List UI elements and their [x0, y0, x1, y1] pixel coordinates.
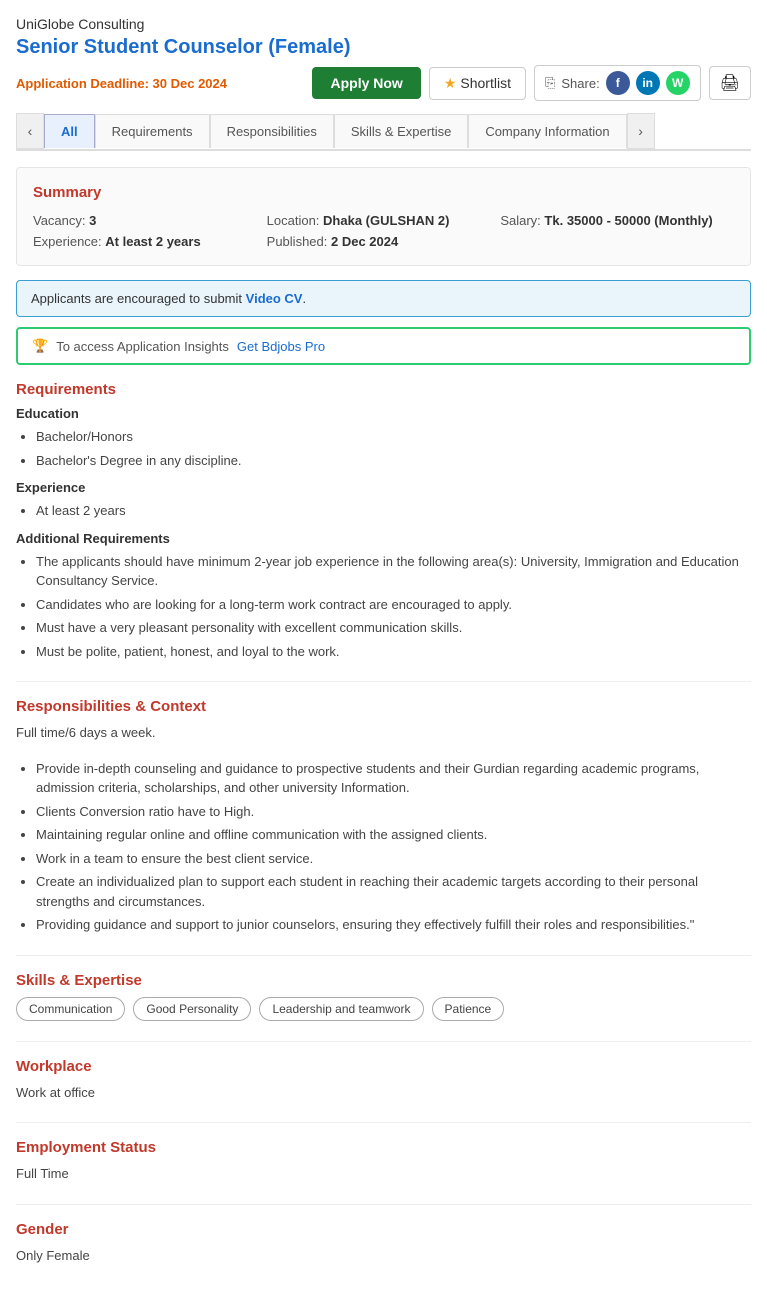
- insights-banner: 🏆 To access Application Insights Get Bdj…: [16, 327, 751, 365]
- list-item: Bachelor/Honors: [36, 427, 751, 447]
- gender-section: Gender Only Female: [16, 1221, 751, 1266]
- skills-section: Skills & Expertise Communication Good Pe…: [16, 972, 751, 1021]
- tab-scroll-right[interactable]: ›: [627, 113, 655, 149]
- responsibilities-intro: Full time/6 days a week.: [16, 723, 751, 743]
- list-item: At least 2 years: [36, 501, 751, 521]
- list-item: Clients Conversion ratio have to High.: [36, 802, 751, 822]
- list-item: Must be polite, patient, honest, and loy…: [36, 642, 751, 662]
- skill-tag: Leadership and teamwork: [259, 997, 423, 1021]
- company-name: UniGlobe Consulting: [16, 16, 751, 32]
- list-item: Provide in-depth counseling and guidance…: [36, 759, 751, 798]
- list-item: Providing guidance and support to junior…: [36, 915, 751, 935]
- skills-title: Skills & Expertise: [16, 972, 751, 989]
- tab-company-information[interactable]: Company Information: [468, 114, 626, 148]
- whatsapp-share-button[interactable]: W: [666, 71, 690, 95]
- education-list: Bachelor/Honors Bachelor's Degree in any…: [16, 427, 751, 470]
- skill-tag: Good Personality: [133, 997, 251, 1021]
- employment-value: Full Time: [16, 1164, 751, 1184]
- insights-icon: 🏆: [32, 338, 48, 354]
- summary-title: Summary: [33, 184, 734, 201]
- list-item: Must have a very pleasant personality wi…: [36, 618, 751, 638]
- linkedin-share-button[interactable]: in: [636, 71, 660, 95]
- list-item: Bachelor's Degree in any discipline.: [36, 451, 751, 471]
- share-group: ⎘ Share: f in W: [534, 65, 701, 101]
- divider: [16, 1041, 751, 1042]
- gender-value: Only Female: [16, 1246, 751, 1266]
- divider: [16, 681, 751, 682]
- star-icon: ★: [444, 75, 457, 92]
- list-item: Candidates who are looking for a long-te…: [36, 595, 751, 615]
- workplace-section: Workplace Work at office: [16, 1058, 751, 1103]
- skill-tag: Communication: [16, 997, 125, 1021]
- divider: [16, 1122, 751, 1123]
- employment-section: Employment Status Full Time: [16, 1139, 751, 1184]
- education-subtitle: Education: [16, 406, 751, 421]
- list-item: Create an individualized plan to support…: [36, 872, 751, 911]
- skill-tag: Patience: [432, 997, 505, 1021]
- tab-responsibilities[interactable]: Responsibilities: [210, 114, 334, 148]
- print-button[interactable]: 🖨: [709, 66, 751, 100]
- deadline-info: Application Deadline: 30 Dec 2024: [16, 76, 227, 91]
- workplace-title: Workplace: [16, 1058, 751, 1075]
- published-info: Published: 2 Dec 2024: [267, 234, 501, 249]
- shortlist-button[interactable]: ★ Shortlist: [429, 67, 526, 100]
- divider: [16, 955, 751, 956]
- summary-section: Summary Vacancy: 3 Location: Dhaka (GULS…: [16, 167, 751, 266]
- facebook-share-button[interactable]: f: [606, 71, 630, 95]
- skills-list: Communication Good Personality Leadershi…: [16, 997, 751, 1021]
- tab-scroll-left[interactable]: ‹: [16, 113, 44, 149]
- additional-requirements-list: The applicants should have minimum 2-yea…: [16, 552, 751, 662]
- list-item: Work in a team to ensure the best client…: [36, 849, 751, 869]
- tabs-bar: ‹ All Requirements Responsibilities Skil…: [16, 113, 751, 151]
- video-cv-banner: Applicants are encouraged to submit Vide…: [16, 280, 751, 317]
- list-item: The applicants should have minimum 2-yea…: [36, 552, 751, 591]
- responsibilities-list: Provide in-depth counseling and guidance…: [16, 759, 751, 935]
- tab-skills[interactable]: Skills & Expertise: [334, 114, 468, 148]
- additional-requirements-subtitle: Additional Requirements: [16, 531, 751, 546]
- list-item: Maintaining regular online and offline c…: [36, 825, 751, 845]
- workplace-value: Work at office: [16, 1083, 751, 1103]
- divider: [16, 1204, 751, 1205]
- requirements-title: Requirements: [16, 381, 751, 398]
- share-icon: ⎘: [545, 75, 555, 91]
- salary-info: Salary: Tk. 35000 - 50000 (Monthly): [500, 213, 734, 228]
- location-info: Location: Dhaka (GULSHAN 2): [267, 213, 501, 228]
- employment-title: Employment Status: [16, 1139, 751, 1156]
- get-bdjobs-pro-link[interactable]: Get Bdjobs Pro: [237, 339, 325, 354]
- tab-all[interactable]: All: [44, 114, 95, 148]
- experience-subtitle: Experience: [16, 480, 751, 495]
- experience-info: Experience: At least 2 years: [33, 234, 267, 249]
- job-title: Senior Student Counselor (Female): [16, 36, 751, 59]
- apply-now-button[interactable]: Apply Now: [312, 67, 420, 99]
- tab-requirements[interactable]: Requirements: [95, 114, 210, 148]
- experience-list: At least 2 years: [16, 501, 751, 521]
- requirements-section: Requirements Education Bachelor/Honors B…: [16, 381, 751, 661]
- responsibilities-section: Responsibilities & Context Full time/6 d…: [16, 698, 751, 935]
- vacancy-info: Vacancy: 3: [33, 213, 267, 228]
- gender-title: Gender: [16, 1221, 751, 1238]
- responsibilities-title: Responsibilities & Context: [16, 698, 751, 715]
